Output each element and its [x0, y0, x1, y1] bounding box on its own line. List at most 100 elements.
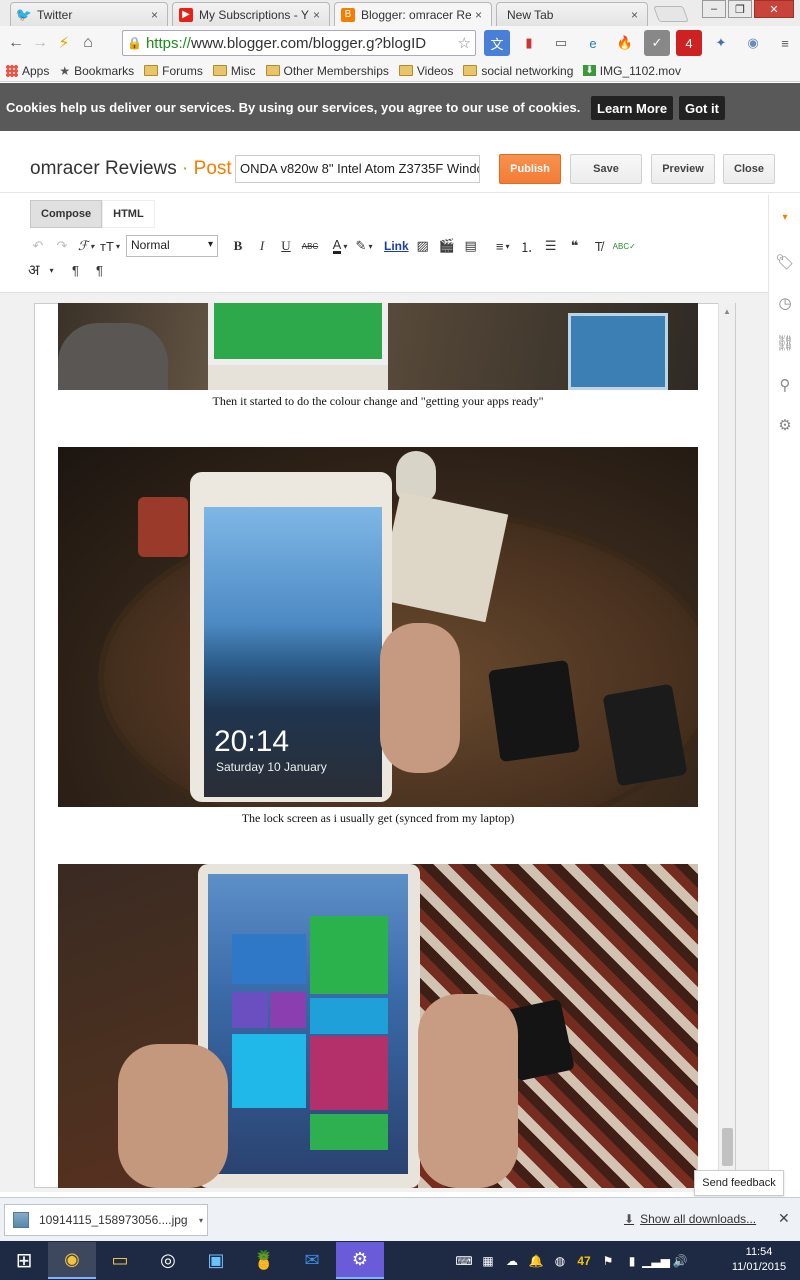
tab-compose[interactable]: Compose — [30, 200, 103, 228]
volume-icon[interactable]: 🔊 — [668, 1254, 692, 1268]
collapse-arrow-icon[interactable]: ▾ — [769, 205, 800, 229]
notification-icon[interactable]: 4 — [676, 30, 702, 56]
link-button[interactable]: Link — [384, 235, 409, 257]
ltr-icon[interactable]: ¶ — [65, 259, 85, 281]
ie-tab-icon[interactable]: e — [580, 30, 606, 56]
battery-icon[interactable]: ▮ — [620, 1254, 644, 1268]
puzzle-icon[interactable]: ✦ — [708, 30, 734, 56]
text-color-icon[interactable]: A ▾ — [330, 235, 350, 257]
bookmark-social-networking[interactable]: social networking — [463, 64, 573, 78]
tab-new-tab[interactable]: New Tab × — [496, 2, 648, 26]
maximize-button[interactable]: ❐ — [728, 0, 752, 18]
address-bar[interactable]: 🔒 https://www.blogger.com/blogger.g?blog… — [122, 30, 476, 56]
obs-icon[interactable]: ◎ — [144, 1242, 192, 1279]
numbered-list-icon[interactable]: ⒈ — [517, 235, 537, 257]
chrome-icon[interactable]: ◉ — [48, 1242, 96, 1279]
redo-icon[interactable]: ↷ — [52, 235, 72, 257]
bookmark-star-icon[interactable]: ☆ — [458, 34, 471, 52]
scroll-thumb[interactable] — [722, 1128, 733, 1166]
bookmark-forums[interactable]: Forums — [144, 64, 203, 78]
home-icon[interactable]: ⌂ — [76, 31, 100, 55]
alignment-icon[interactable]: ≡ ▾ — [493, 235, 513, 257]
remove-formatting-icon[interactable]: T̸ — [589, 235, 609, 257]
check-icon[interactable]: ✓ — [644, 30, 670, 56]
insert-image-icon[interactable]: ▨ — [413, 235, 433, 257]
outlook-icon[interactable]: ✉ — [288, 1242, 336, 1279]
font-size-icon[interactable]: тT ▾ — [100, 235, 120, 257]
tab-youtube[interactable]: ▶ My Subscriptions - Y × — [172, 2, 330, 26]
bookmark-img-1102[interactable]: ⬇ IMG_1102.mov — [583, 64, 681, 78]
spellcheck-icon[interactable]: ABC✓ — [613, 235, 636, 257]
post-title-input[interactable]: ONDA v820w 8" Intel Atom Z3735F Windows — [235, 155, 480, 183]
publish-button[interactable]: Publish — [499, 154, 561, 184]
label-tag-icon[interactable]: 🏷 — [769, 250, 800, 274]
got-it-button[interactable]: Got it — [679, 96, 725, 120]
pineapple-app-icon[interactable]: 🍍 — [240, 1242, 288, 1279]
cast-icon[interactable]: ▭ — [548, 30, 574, 56]
video-editor-icon[interactable]: ▣ — [192, 1242, 240, 1279]
signal-icon[interactable]: ▁▃▅ — [642, 1254, 670, 1268]
blog-title[interactable]: omracer Reviews · Post — [30, 158, 232, 180]
undo-icon[interactable]: ↶ — [28, 235, 48, 257]
strikethrough-icon[interactable]: ABC — [300, 235, 320, 257]
italic-icon[interactable]: I — [252, 235, 272, 257]
forward-icon[interactable]: → — [28, 31, 52, 55]
flag-icon[interactable]: ⚑ — [596, 1254, 620, 1268]
bookmark-other-memberships[interactable]: Other Memberships — [265, 64, 389, 78]
minimize-button[interactable]: – — [702, 0, 726, 18]
bold-icon[interactable]: B — [228, 235, 248, 257]
menu-icon[interactable]: ≡ — [772, 30, 798, 56]
show-all-downloads-link[interactable]: ⬇ Show all downloads... — [624, 1212, 756, 1226]
learn-more-button[interactable]: Learn More — [591, 96, 674, 120]
font-family-icon[interactable]: ℱ ▾ — [76, 235, 96, 257]
tab-blogger[interactable]: B Blogger: omracer Re × — [334, 2, 492, 26]
bookmark-misc[interactable]: Misc — [212, 64, 256, 78]
taskbar-clock[interactable]: 11:54 11/01/2015 — [724, 1245, 794, 1275]
download-item[interactable]: 10914115_158973056....jpg ▾ — [4, 1204, 208, 1236]
editor-scrollbar[interactable]: ▲ — [718, 303, 735, 1188]
photo-installing[interactable] — [58, 303, 698, 390]
settings-gear-icon[interactable]: ⚙ — [336, 1242, 384, 1279]
close-icon[interactable]: × — [151, 8, 161, 22]
chevron-down-icon[interactable]: ▾ — [199, 1216, 203, 1225]
schedule-clock-icon[interactable]: ◷ — [769, 291, 800, 315]
flame-icon[interactable]: 🔥 — [612, 30, 638, 56]
insert-video-icon[interactable]: 🎬 — [437, 235, 457, 257]
close-icon[interactable]: × — [631, 8, 641, 22]
rtl-icon[interactable]: ¶ — [89, 259, 109, 281]
bookmark-red-icon[interactable]: ▮ — [516, 30, 542, 56]
back-icon[interactable]: ← — [4, 31, 28, 55]
windows-start-icon[interactable]: ⊞ — [0, 1242, 48, 1279]
bell-icon[interactable]: 🔔 — [524, 1254, 548, 1268]
close-icon[interactable]: ✕ — [778, 1210, 790, 1227]
bookmark-videos[interactable]: Videos — [398, 64, 453, 78]
input-tools-button[interactable]: अ ▾ — [28, 259, 53, 281]
tab-twitter[interactable]: 🐦 Twitter × — [10, 2, 168, 26]
jump-break-icon[interactable]: ▤ — [461, 235, 481, 257]
save-button[interactable]: Save — [570, 154, 642, 184]
close-window-button[interactable]: ✕ — [754, 0, 794, 18]
close-icon[interactable]: × — [313, 8, 323, 22]
temperature-badge[interactable]: 47 — [572, 1254, 596, 1268]
photo-start-screen[interactable] — [58, 864, 698, 1188]
bookmark-bookmarks[interactable]: ★ Bookmarks — [59, 64, 134, 78]
options-gear-icon[interactable]: ⚙ — [769, 413, 800, 437]
quote-icon[interactable]: ❝ — [565, 235, 585, 257]
steam-icon[interactable]: ◍ — [548, 1254, 572, 1268]
photo-lock-screen[interactable]: 20:14 Saturday 10 January — [58, 447, 698, 807]
keyboard-icon[interactable]: ⌨ — [452, 1254, 476, 1268]
bookmark-apps[interactable]: Apps — [0, 64, 49, 78]
close-button[interactable]: Close — [723, 154, 775, 184]
network-app-icon[interactable]: ▦ — [476, 1254, 500, 1268]
underline-icon[interactable]: U — [276, 235, 296, 257]
tab-html[interactable]: HTML — [102, 200, 155, 228]
preview-button[interactable]: Preview — [651, 154, 715, 184]
translate-icon[interactable]: 文 — [484, 30, 510, 56]
reload-icon[interactable]: ⚡ — [52, 31, 76, 55]
cloud-icon[interactable]: ☁ — [500, 1254, 524, 1268]
send-feedback-button[interactable]: Send feedback — [694, 1170, 784, 1196]
file-explorer-icon[interactable]: ▭ — [96, 1242, 144, 1279]
location-pin-icon[interactable]: ⚲ — [769, 373, 800, 397]
permalink-icon[interactable]: ⛓ — [769, 331, 800, 355]
highlight-icon[interactable]: ✎ ▾ — [354, 235, 374, 257]
